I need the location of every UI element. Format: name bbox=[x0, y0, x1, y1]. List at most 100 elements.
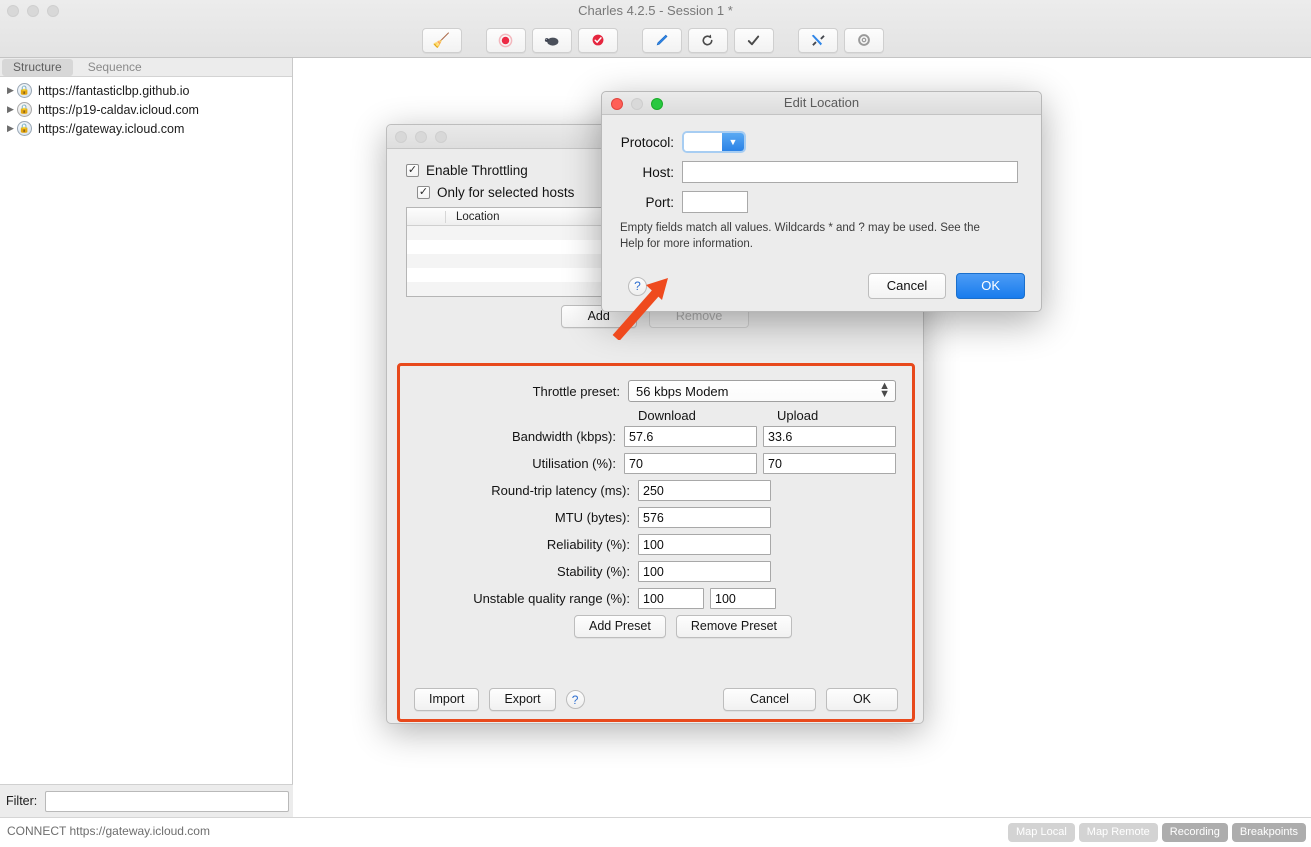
throttle-preset-label: Throttle preset: bbox=[532, 383, 620, 399]
stepper-icon[interactable]: ▲ ▼ bbox=[879, 381, 890, 400]
chevron-down-icon[interactable]: ▼ bbox=[722, 133, 744, 151]
port-input[interactable] bbox=[682, 191, 748, 213]
tree-item[interactable]: ▶ 🔒 https://p19-caldav.icloud.com bbox=[0, 100, 292, 119]
zoom-button[interactable] bbox=[435, 131, 447, 143]
toolbar-group-capture bbox=[485, 27, 624, 53]
filter-label: Filter: bbox=[6, 794, 38, 808]
edit-location-note: Empty fields match all values. Wildcards… bbox=[620, 222, 980, 250]
latency-row: Round-trip latency (ms): bbox=[416, 480, 896, 501]
add-preset-button[interactable]: Add Preset bbox=[574, 615, 666, 638]
status-bar: CONNECT https://gateway.icloud.com Map L… bbox=[0, 817, 1311, 847]
tree-item-label: https://fantasticlbp.github.io bbox=[38, 83, 190, 98]
throttle-ok-button[interactable]: OK bbox=[825, 688, 898, 711]
host-label: Host: bbox=[642, 164, 674, 180]
throttle-window-controls[interactable] bbox=[395, 131, 447, 143]
column-header-location: Location bbox=[445, 210, 499, 223]
only-selected-hosts-label: Only for selected hosts bbox=[437, 185, 575, 200]
throttle-turtle-icon[interactable] bbox=[531, 27, 572, 53]
export-button[interactable]: Export bbox=[489, 688, 556, 711]
record-icon[interactable] bbox=[485, 27, 526, 53]
stability-input[interactable] bbox=[638, 561, 771, 582]
only-selected-hosts-checkbox[interactable]: ✓ bbox=[417, 186, 430, 199]
protocol-label: Protocol: bbox=[620, 134, 674, 150]
sidebar-tabbar: Structure Sequence bbox=[0, 58, 292, 77]
edit-location-titlebar: Edit Location bbox=[602, 92, 1041, 115]
remove-preset-button[interactable]: Remove Preset bbox=[675, 615, 792, 638]
throttle-preset-row: Throttle preset: 56 kbps Modem ▲ ▼ bbox=[416, 380, 896, 402]
breakpoints-icon[interactable] bbox=[577, 27, 618, 53]
filter-input[interactable] bbox=[45, 790, 290, 812]
reliability-input[interactable] bbox=[638, 534, 771, 555]
utilisation-row: Utilisation (%): bbox=[416, 453, 896, 474]
utilisation-upload-input[interactable] bbox=[763, 453, 896, 474]
throttle-preset-form: Throttle preset: 56 kbps Modem ▲ ▼ Downlo… bbox=[400, 366, 912, 638]
tools-icon[interactable] bbox=[797, 27, 838, 53]
reliability-label: Reliability (%): bbox=[546, 537, 630, 552]
protocol-row: Protocol: ▼ bbox=[602, 131, 1021, 153]
protocol-select[interactable]: ▼ bbox=[682, 131, 746, 153]
secure-globe-icon: 🔒 bbox=[17, 102, 32, 117]
page-title: Charles 4.2.5 - Session 1 * bbox=[578, 3, 733, 18]
host-input[interactable] bbox=[682, 161, 1018, 183]
import-button[interactable]: Import bbox=[414, 688, 480, 711]
unstable-quality-min-input[interactable] bbox=[638, 588, 704, 609]
toolbar-group-settings bbox=[797, 27, 890, 53]
edit-location-title: Edit Location bbox=[783, 95, 860, 110]
gear-icon[interactable] bbox=[843, 27, 884, 53]
tab-structure[interactable]: Structure bbox=[2, 58, 73, 76]
bandwidth-label: Bandwidth (kbps): bbox=[511, 429, 616, 444]
edit-location-ok-button[interactable]: OK bbox=[956, 273, 1025, 299]
protocol-value bbox=[684, 133, 722, 151]
bandwidth-download-input[interactable] bbox=[624, 426, 757, 447]
secure-globe-icon: 🔒 bbox=[17, 121, 32, 136]
host-tree: ▶ 🔒 https://fantasticlbp.github.io ▶ 🔒 h… bbox=[0, 77, 292, 138]
disclosure-triangle-icon[interactable]: ▶ bbox=[4, 123, 17, 134]
tree-item-label: https://p19-caldav.icloud.com bbox=[38, 102, 199, 117]
charles-main-window: Charles 4.2.5 - Session 1 * 🧹 Structure … bbox=[0, 0, 1311, 847]
mtu-label: MTU (bytes): bbox=[554, 510, 630, 525]
unstable-quality-max-input[interactable] bbox=[710, 588, 776, 609]
tree-item[interactable]: ▶ 🔒 https://fantasticlbp.github.io bbox=[0, 81, 292, 100]
bandwidth-upload-input[interactable] bbox=[763, 426, 896, 447]
latency-input[interactable] bbox=[638, 480, 771, 501]
host-row: Host: bbox=[602, 161, 1021, 183]
tree-item-label: https://gateway.icloud.com bbox=[38, 121, 185, 136]
mtu-input[interactable] bbox=[638, 507, 771, 528]
preset-actions: Add Preset Remove Preset bbox=[470, 615, 896, 638]
clear-session-icon[interactable]: 🧹 bbox=[421, 27, 462, 53]
status-badge-map-remote[interactable]: Map Remote bbox=[1078, 823, 1158, 842]
tab-sequence[interactable]: Sequence bbox=[77, 59, 153, 76]
status-badge-recording[interactable]: Recording bbox=[1161, 823, 1228, 842]
toolbar-group-tools bbox=[641, 27, 780, 53]
compose-pen-icon[interactable] bbox=[641, 27, 682, 53]
repeat-icon[interactable] bbox=[687, 27, 728, 53]
edit-location-cancel-button[interactable]: Cancel bbox=[867, 273, 947, 299]
utilisation-download-input[interactable] bbox=[624, 453, 757, 474]
column-headers: Download Upload bbox=[416, 408, 896, 423]
port-label: Port: bbox=[645, 194, 674, 210]
help-icon[interactable]: ? bbox=[628, 276, 647, 296]
status-badge-map-local[interactable]: Map Local bbox=[1008, 823, 1075, 842]
validate-check-icon[interactable] bbox=[733, 27, 774, 53]
help-icon[interactable]: ? bbox=[565, 690, 585, 709]
throttle-preset-panel: Throttle preset: 56 kbps Modem ▲ ▼ Downlo… bbox=[397, 363, 915, 722]
filter-bar: Filter: bbox=[0, 784, 293, 817]
toolbar-group-session: 🧹 bbox=[421, 27, 468, 53]
enable-throttling-label: Enable Throttling bbox=[426, 163, 528, 178]
throttle-footer: Import Export ? Cancel OK bbox=[400, 688, 912, 711]
status-badges: Map Local Map Remote Recording Breakpoin… bbox=[1008, 823, 1306, 842]
enable-throttling-checkbox[interactable]: ✓ bbox=[406, 164, 419, 177]
close-button[interactable] bbox=[395, 131, 407, 143]
mtu-row: MTU (bytes): bbox=[416, 507, 896, 528]
minimize-button[interactable] bbox=[415, 131, 427, 143]
throttle-preset-value[interactable]: 56 kbps Modem bbox=[628, 380, 896, 402]
disclosure-triangle-icon[interactable]: ▶ bbox=[4, 104, 17, 115]
unstable-quality-label: Unstable quality range (%): bbox=[473, 591, 630, 606]
throttle-preset-select[interactable]: 56 kbps Modem ▲ ▼ bbox=[628, 380, 896, 402]
throttle-cancel-button[interactable]: Cancel bbox=[723, 688, 816, 711]
tree-item[interactable]: ▶ 🔒 https://gateway.icloud.com bbox=[0, 119, 292, 138]
disclosure-triangle-icon[interactable]: ▶ bbox=[4, 85, 17, 96]
status-badge-breakpoints[interactable]: Breakpoints bbox=[1231, 823, 1306, 842]
edit-location-dialog: Edit Location Protocol: ▼ Host: Port: Em… bbox=[601, 91, 1042, 312]
main-titlebar: Charles 4.2.5 - Session 1 * 🧹 bbox=[0, 0, 1311, 58]
